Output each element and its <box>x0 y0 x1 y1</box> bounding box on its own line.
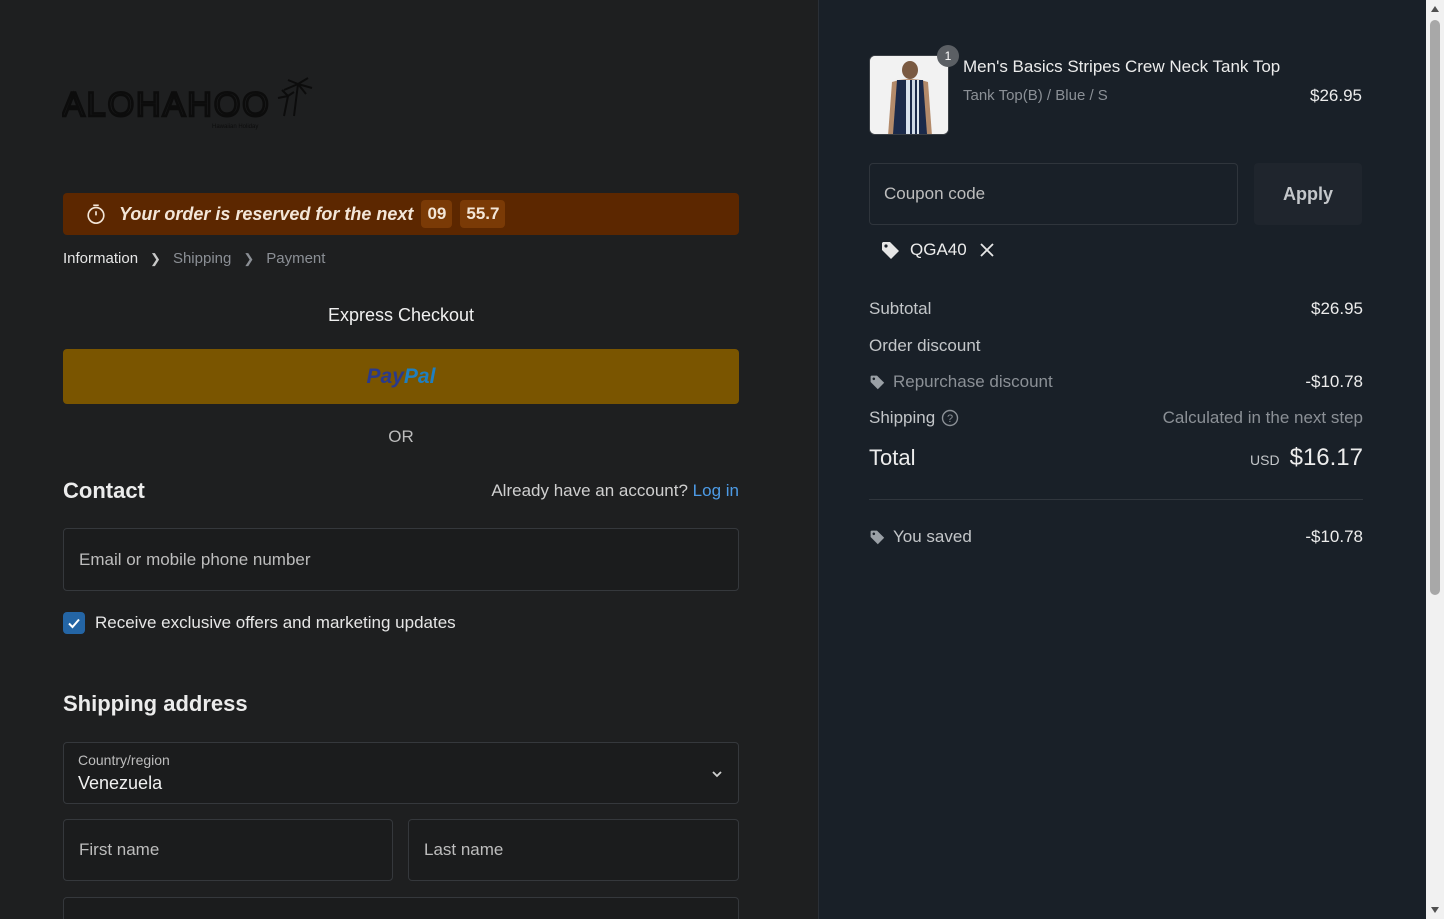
breadcrumb-information[interactable]: Information <box>63 250 138 267</box>
tag-icon <box>870 530 885 545</box>
email-field[interactable]: Email or mobile phone number <box>63 528 739 591</box>
chevron-right-icon: ❯ <box>150 250 161 266</box>
svg-text:?: ? <box>947 413 953 425</box>
marketing-opt-in[interactable]: Receive exclusive offers and marketing u… <box>63 612 456 634</box>
you-saved-label: You saved <box>893 527 972 546</box>
applied-coupon: QGA40 <box>880 240 995 260</box>
total-label: Total <box>869 445 916 470</box>
account-prompt: Already have an account? Log in <box>491 481 739 501</box>
summary-divider <box>869 499 1363 500</box>
order-discount-row: Order discount <box>869 336 1363 356</box>
timer-message: Your order is reserved for the next <box>119 203 414 224</box>
applied-coupon-code: QGA40 <box>910 240 967 259</box>
shipping-row: Shipping ? Calculated in the next step <box>869 408 1363 428</box>
total-currency: USD <box>1250 452 1280 468</box>
total-row: Total USD $16.17 <box>869 444 1363 472</box>
breadcrumb: Information ❯ Shipping ❯ Payment <box>63 250 325 267</box>
paypal-button[interactable]: Pay Pal <box>63 349 739 404</box>
express-checkout-title: Express Checkout <box>327 305 475 325</box>
shipping-address-heading: Shipping address <box>63 691 248 716</box>
breadcrumb-shipping: Shipping <box>172 250 232 267</box>
scroll-up-arrow-icon[interactable] <box>1426 0 1444 18</box>
subtotal-row: Subtotal $26.95 <box>869 299 1363 319</box>
timer-seconds: 55.7 <box>460 200 506 228</box>
tag-icon <box>870 375 885 390</box>
logo-tagline: Hawaiian Holiday <box>212 124 258 130</box>
subtotal-label: Subtotal <box>869 299 932 318</box>
total-amount: USD $16.17 <box>1250 444 1363 472</box>
svg-text:ALOHAHOO: ALOHAHOO <box>62 86 271 124</box>
tank-top-image <box>870 56 948 134</box>
tag-icon <box>882 242 899 259</box>
you-saved: You saved <box>869 527 972 547</box>
address-field[interactable] <box>63 897 739 919</box>
checkmark-icon <box>68 618 80 629</box>
help-icon[interactable]: ? <box>941 409 959 427</box>
last-name-placeholder: Last name <box>424 840 504 859</box>
or-divider: OR <box>388 427 414 446</box>
close-icon[interactable] <box>979 242 995 258</box>
shipping-label: Shipping <box>869 408 936 427</box>
repurchase-discount-value: -$10.78 <box>1305 372 1363 391</box>
coupon-input[interactable]: Coupon code <box>869 163 1238 225</box>
marketing-checkbox[interactable] <box>63 612 85 634</box>
account-prompt-text: Already have an account? <box>491 481 688 500</box>
repurchase-discount-row: Repurchase discount -$10.78 <box>869 372 1363 392</box>
scrollbar-thumb[interactable] <box>1430 20 1440 595</box>
product-price: $26.95 <box>1310 86 1362 105</box>
order-discount-label: Order discount <box>869 336 981 355</box>
first-name-placeholder: First name <box>79 840 160 859</box>
brand-logo[interactable]: ALOHAHOO Hawaiian Holiday <box>62 76 314 132</box>
you-saved-value: -$10.78 <box>1305 527 1363 546</box>
scroll-down-arrow-icon[interactable] <box>1426 901 1444 919</box>
checkout-form-panel: ALOHAHOO Hawaiian Holiday Your order is … <box>0 0 818 919</box>
country-select[interactable]: Country/region Venezuela <box>63 742 739 804</box>
contact-heading: Contact <box>63 478 145 503</box>
product-variant: Tank Top(B) / Blue / S <box>963 87 1108 104</box>
country-value: Venezuela <box>78 773 163 793</box>
first-name-field[interactable]: First name <box>63 819 393 881</box>
marketing-checkbox-label: Receive exclusive offers and marketing u… <box>95 613 456 632</box>
total-value: $16.17 <box>1289 444 1363 471</box>
country-label: Country/region <box>78 752 170 768</box>
subtotal-value: $26.95 <box>1311 299 1363 318</box>
shipping-value: Calculated in the next step <box>1162 408 1363 427</box>
quantity-badge: 1 <box>937 45 959 67</box>
repurchase-discount: Repurchase discount <box>869 372 1053 392</box>
product-name: Men's Basics Stripes Crew Neck Tank Top <box>963 57 1281 76</box>
breadcrumb-payment: Payment <box>266 250 326 267</box>
email-placeholder: Email or mobile phone number <box>79 549 311 569</box>
paypal-logo-part2: Pal <box>403 364 436 388</box>
chevron-down-icon <box>712 771 722 778</box>
you-saved-row: You saved -$10.78 <box>869 527 1363 547</box>
paypal-logo-part1: Pay <box>366 364 404 388</box>
repurchase-discount-label: Repurchase discount <box>893 372 1053 391</box>
shipping-label-wrap: Shipping ? <box>869 408 959 428</box>
chevron-right-icon: ❯ <box>243 250 255 266</box>
last-name-field[interactable]: Last name <box>408 819 739 881</box>
timer-minutes: 09 <box>421 200 453 228</box>
reservation-timer: Your order is reserved for the next 09 5… <box>63 193 739 235</box>
apply-coupon-button[interactable]: Apply <box>1254 163 1362 225</box>
stopwatch-icon <box>87 204 105 224</box>
coupon-placeholder: Coupon code <box>884 184 986 203</box>
login-link[interactable]: Log in <box>693 481 739 500</box>
page-scrollbar[interactable] <box>1426 0 1444 919</box>
product-thumbnail <box>869 55 949 135</box>
